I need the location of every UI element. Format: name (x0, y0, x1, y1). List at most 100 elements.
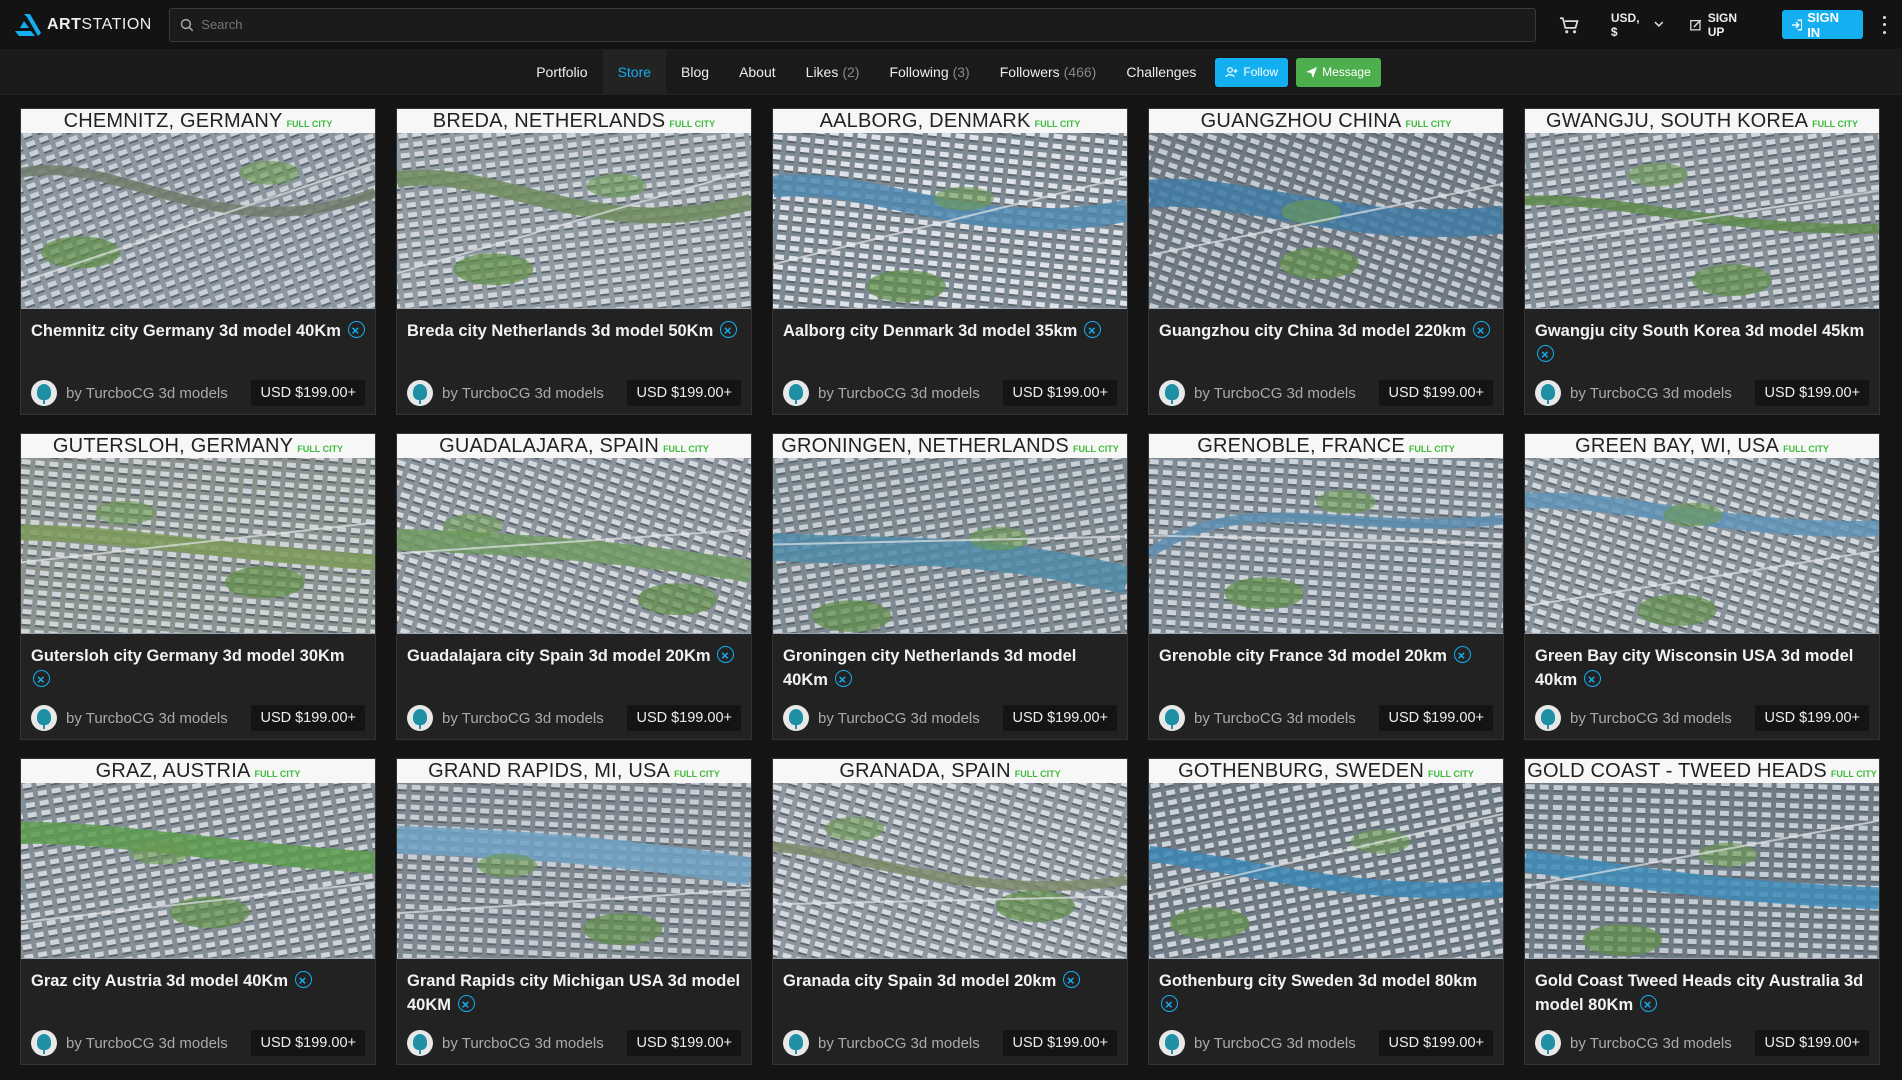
author-link[interactable]: by TurcboCG 3d models (1159, 1030, 1356, 1056)
product-title[interactable]: Groningen city Netherlands 3d model 40Km (783, 644, 1117, 694)
follow-button[interactable]: Follow (1215, 57, 1289, 87)
author-link[interactable]: by TurcboCG 3d models (1535, 1030, 1732, 1056)
city-render-image (1525, 133, 1879, 308)
thumbnail-banner: GRAND RAPIDS, MI, USA FULL CITY (397, 759, 751, 783)
author-link[interactable]: by TurcboCG 3d models (783, 1030, 980, 1056)
product-title[interactable]: Graz city Austria 3d model 40Km (31, 969, 365, 1019)
nav-followers[interactable]: Followers (466) (985, 50, 1112, 94)
product-card[interactable]: GOLD COAST - TWEED HEADS FULL CITY Gold … (1524, 758, 1880, 1065)
author-link[interactable]: by TurcboCG 3d models (407, 1030, 604, 1056)
verified-badge-icon (457, 993, 475, 1017)
verified-badge-icon (717, 644, 735, 668)
author-link[interactable]: by TurcboCG 3d models (783, 380, 980, 406)
nav-likes[interactable]: Likes (2) (791, 50, 875, 94)
product-card[interactable]: GRAND RAPIDS, MI, USA FULL CITY Grand Ra… (396, 758, 752, 1065)
product-thumbnail[interactable]: CHEMNITZ, GERMANY FULL CITY (21, 109, 375, 309)
sign-in-label: SIGN IN (1807, 9, 1839, 40)
product-title[interactable]: Guangzhou city China 3d model 220km (1159, 319, 1493, 369)
verified-badge-icon (33, 668, 50, 692)
price-badge: USD $199.00+ (1755, 1030, 1869, 1056)
author-link[interactable]: by TurcboCG 3d models (31, 380, 228, 406)
product-thumbnail[interactable]: BREDA, NETHERLANDS FULL CITY (397, 109, 751, 309)
product-thumbnail[interactable]: AALBORG, DENMARK FULL CITY (773, 109, 1127, 309)
product-card[interactable]: GRENOBLE, FRANCE FULL CITY Grenoble city… (1148, 433, 1504, 740)
product-thumbnail[interactable]: GOLD COAST - TWEED HEADS FULL CITY (1525, 759, 1879, 959)
author-name: by TurcboCG 3d models (66, 709, 228, 727)
nav-challenges[interactable]: Challenges (1111, 50, 1211, 94)
city-render-image (1525, 458, 1879, 633)
product-title[interactable]: Grenoble city France 3d model 20km (1159, 644, 1493, 694)
author-link[interactable]: by TurcboCG 3d models (783, 705, 980, 731)
product-card[interactable]: GRANADA, SPAIN FULL CITY Granada city Sp… (772, 758, 1128, 1065)
author-link[interactable]: by TurcboCG 3d models (31, 1030, 228, 1056)
more-menu-icon[interactable] (1881, 15, 1887, 34)
thumbnail-banner: GRENOBLE, FRANCE FULL CITY (1149, 434, 1503, 458)
author-link[interactable]: by TurcboCG 3d models (1535, 705, 1732, 731)
product-title[interactable]: Grand Rapids city Michigan USA 3d model … (407, 969, 741, 1019)
price-badge: USD $199.00+ (627, 380, 741, 406)
product-card[interactable]: GUADALAJARA, SPAIN FULL CITY Guadalajara… (396, 433, 752, 740)
author-link[interactable]: by TurcboCG 3d models (1159, 380, 1356, 406)
product-thumbnail[interactable]: GREEN BAY, WI, USA FULL CITY (1525, 434, 1879, 634)
product-title[interactable]: Gold Coast Tweed Heads city Australia 3d… (1535, 969, 1869, 1019)
product-thumbnail[interactable]: GRENOBLE, FRANCE FULL CITY (1149, 434, 1503, 634)
nav-following[interactable]: Following (3) (874, 50, 984, 94)
artstation-logo[interactable]: ARTSTATION (15, 13, 153, 36)
avatar (407, 1030, 433, 1056)
product-thumbnail[interactable]: GRONINGEN, NETHERLANDS FULL CITY (773, 434, 1127, 634)
product-thumbnail[interactable]: GWANGJU, SOUTH KOREA FULL CITY (1525, 109, 1879, 309)
product-thumbnail[interactable]: GRAZ, AUSTRIA FULL CITY (21, 759, 375, 959)
product-card[interactable]: GUANGZHOU CHINA FULL CITY Guangzhou city… (1148, 108, 1504, 415)
product-thumbnail[interactable]: GRAND RAPIDS, MI, USA FULL CITY (397, 759, 751, 959)
author-link[interactable]: by TurcboCG 3d models (1535, 380, 1732, 406)
nav-store[interactable]: Store (602, 50, 667, 94)
price-badge: USD $199.00+ (1003, 380, 1117, 406)
author-name: by TurcboCG 3d models (442, 709, 604, 727)
currency-selector[interactable]: USD, $ (1611, 11, 1664, 39)
product-title[interactable]: Gothenburg city Sweden 3d model 80km (1159, 969, 1493, 1019)
thumbnail-banner: GRAZ, AUSTRIA FULL CITY (21, 759, 375, 783)
nav-blog[interactable]: Blog (666, 50, 724, 94)
product-card[interactable]: GRAZ, AUSTRIA FULL CITY Graz city Austri… (20, 758, 376, 1065)
avatar (1535, 705, 1561, 731)
product-card[interactable]: GRONINGEN, NETHERLANDS FULL CITY Groning… (772, 433, 1128, 740)
product-title[interactable]: Gutersloh city Germany 3d model 30Km (31, 644, 365, 694)
thumbnail-banner: GRONINGEN, NETHERLANDS FULL CITY (773, 434, 1127, 458)
nav-portfolio[interactable]: Portfolio (521, 50, 602, 94)
product-card[interactable]: GOTHENBURG, SWEDEN FULL CITY Gothenburg … (1148, 758, 1504, 1065)
search-box[interactable] (168, 7, 1536, 42)
sign-up-button[interactable]: SIGN UP (1690, 11, 1756, 39)
product-card[interactable]: AALBORG, DENMARK FULL CITY Aalborg city … (772, 108, 1128, 415)
product-title[interactable]: Aalborg city Denmark 3d model 35km (783, 319, 1117, 369)
author-name: by TurcboCG 3d models (818, 709, 980, 727)
nav-about[interactable]: About (724, 50, 791, 94)
product-thumbnail[interactable]: GRANADA, SPAIN FULL CITY (773, 759, 1127, 959)
product-thumbnail[interactable]: GUADALAJARA, SPAIN FULL CITY (397, 434, 751, 634)
message-button[interactable]: Message (1296, 57, 1381, 87)
product-card[interactable]: CHEMNITZ, GERMANY FULL CITY Chemnitz cit… (20, 108, 376, 415)
product-card[interactable]: GUTERSLOH, GERMANY FULL CITY Gutersloh c… (20, 433, 376, 740)
city-render-image (1149, 458, 1503, 633)
price-badge: USD $199.00+ (627, 705, 741, 731)
product-card[interactable]: GWANGJU, SOUTH KOREA FULL CITY Gwangju c… (1524, 108, 1880, 415)
sign-in-button[interactable]: SIGN IN (1781, 9, 1864, 40)
product-thumbnail[interactable]: GUTERSLOH, GERMANY FULL CITY (21, 434, 375, 634)
price-badge: USD $199.00+ (251, 1030, 365, 1056)
author-link[interactable]: by TurcboCG 3d models (31, 705, 228, 731)
product-title[interactable]: Gwangju city South Korea 3d model 45km (1535, 319, 1869, 369)
product-thumbnail[interactable]: GUANGZHOU CHINA FULL CITY (1149, 109, 1503, 309)
product-card[interactable]: GREEN BAY, WI, USA FULL CITY Green Bay c… (1524, 433, 1880, 740)
product-card[interactable]: BREDA, NETHERLANDS FULL CITY Breda city … (396, 108, 752, 415)
product-thumbnail[interactable]: GOTHENBURG, SWEDEN FULL CITY (1149, 759, 1503, 959)
cart-icon[interactable] (1558, 15, 1581, 35)
thumbnail-city-name: GOLD COAST - TWEED HEADS (1527, 759, 1827, 782)
product-title[interactable]: Guadalajara city Spain 3d model 20Km (407, 644, 741, 694)
product-title[interactable]: Chemnitz city Germany 3d model 40Km (31, 319, 365, 369)
author-link[interactable]: by TurcboCG 3d models (1159, 705, 1356, 731)
author-link[interactable]: by TurcboCG 3d models (407, 705, 604, 731)
author-link[interactable]: by TurcboCG 3d models (407, 380, 604, 406)
product-title[interactable]: Granada city Spain 3d model 20km (783, 969, 1117, 1019)
product-title[interactable]: Green Bay city Wisconsin USA 3d model 40… (1535, 644, 1869, 694)
search-input[interactable] (201, 17, 1525, 32)
product-title[interactable]: Breda city Netherlands 3d model 50Km (407, 319, 741, 369)
